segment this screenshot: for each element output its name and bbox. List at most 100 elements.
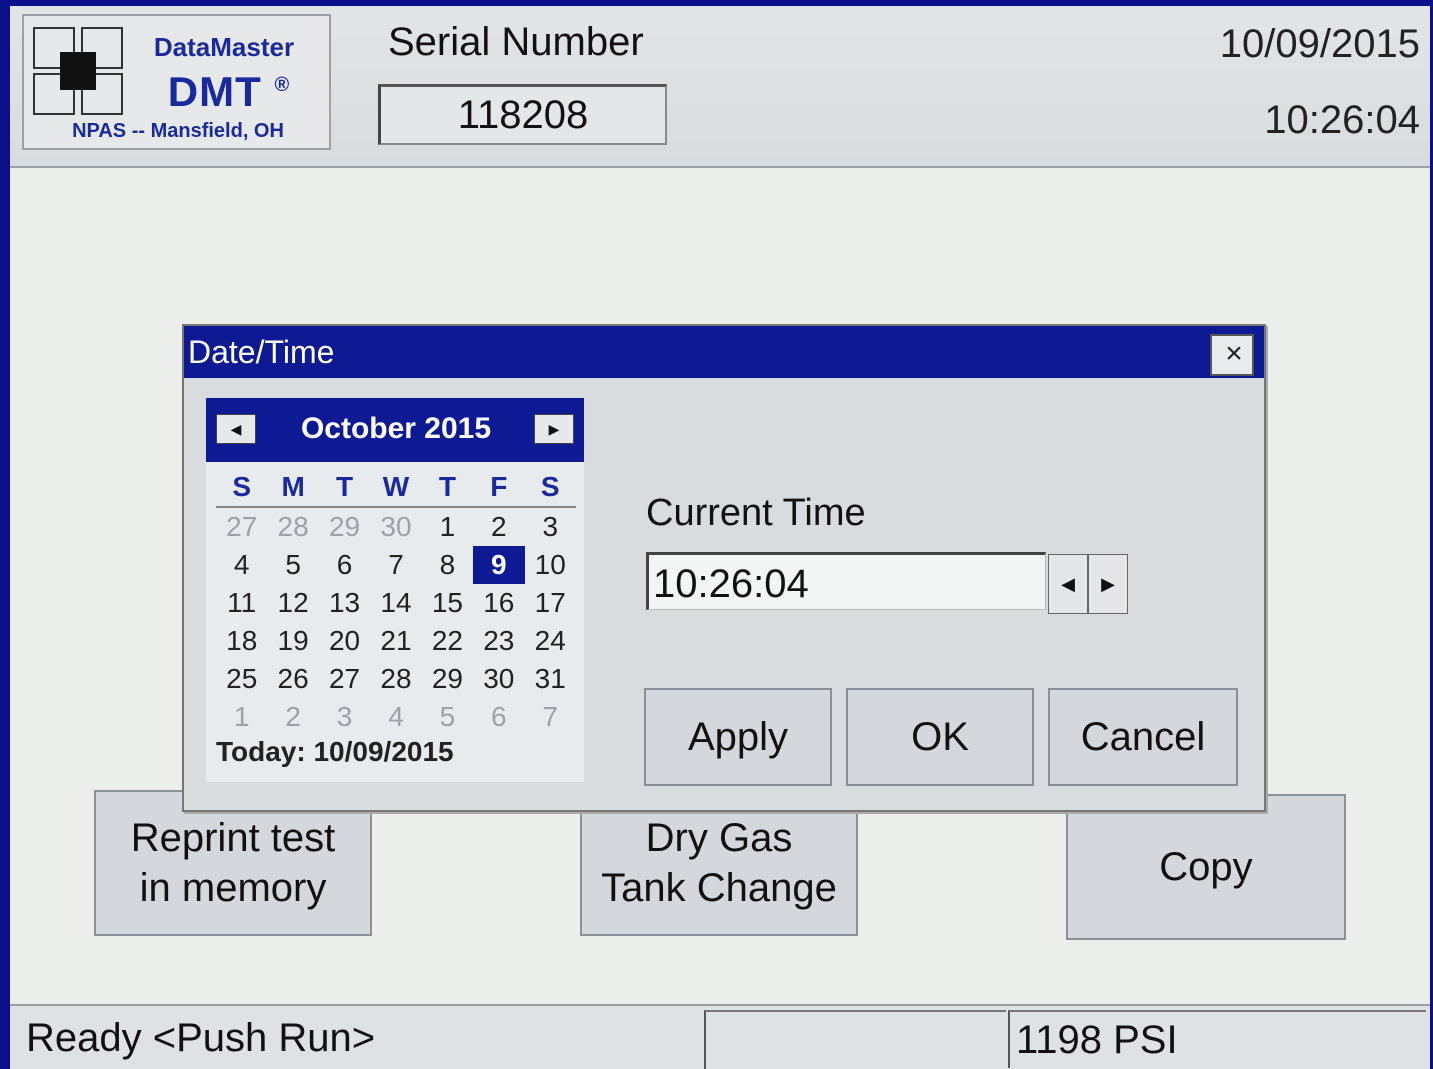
- registered-mark: ®: [274, 74, 291, 96]
- calendar-day[interactable]: 7: [525, 698, 576, 736]
- calendar-day[interactable]: 13: [319, 584, 370, 622]
- weekday-label: T: [318, 470, 371, 508]
- logo: DataMaster DMT ® NPAS -- Mansfield, OH: [22, 14, 331, 150]
- calendar-day[interactable]: 3: [319, 698, 370, 736]
- header-date: 10/09/2015: [1219, 22, 1420, 66]
- dry-gas-label: Dry Gas Tank Change: [601, 813, 837, 913]
- calendar-day[interactable]: 30: [473, 660, 524, 698]
- calendar-header: ◀ October 2015 ▶: [206, 398, 584, 462]
- pressure-readout: 1198 PSI: [1008, 1010, 1426, 1068]
- calendar-day[interactable]: 4: [370, 698, 421, 736]
- calendar-day[interactable]: 6: [319, 546, 370, 584]
- logo-model: DMT ®: [144, 68, 314, 116]
- arrow-left-icon: ◀: [1061, 574, 1075, 594]
- calendar-day[interactable]: 8: [422, 546, 473, 584]
- reprint-line-1: Reprint test: [130, 816, 336, 860]
- weekday-row: S M T W T F S: [216, 470, 576, 508]
- header-bar: DataMaster DMT ® NPAS -- Mansfield, OH S…: [10, 6, 1430, 168]
- calendar-day[interactable]: 14: [370, 584, 421, 622]
- next-month-button[interactable]: ▶: [534, 414, 574, 444]
- weekday-label: S: [216, 470, 268, 508]
- calendar-day[interactable]: 26: [267, 660, 318, 698]
- logo-subtitle: NPAS -- Mansfield, OH: [72, 120, 284, 142]
- calendar-day[interactable]: 27: [216, 508, 267, 546]
- calendar-day[interactable]: 4: [216, 546, 267, 584]
- calendar-day[interactable]: 28: [267, 508, 318, 546]
- dialog-title-bar: Date/Time ×: [184, 326, 1264, 378]
- calendar-week-row: 11 12 13 14 15 16 17: [216, 584, 576, 622]
- header-time: 10:26:04: [1264, 98, 1420, 142]
- device-screen: DataMaster DMT ® NPAS -- Mansfield, OH S…: [10, 6, 1430, 1069]
- cancel-button[interactable]: Cancel: [1048, 688, 1238, 786]
- reprint-line-2: in memory: [139, 866, 327, 910]
- calendar-day[interactable]: 2: [473, 508, 524, 546]
- status-middle: [704, 1010, 1006, 1069]
- calendar-day[interactable]: 19: [267, 622, 318, 660]
- calendar-day[interactable]: 25: [216, 660, 267, 698]
- calendar-week-row: 4 5 6 7 8 9 10: [216, 546, 576, 584]
- weekday-label: T: [421, 470, 474, 508]
- calendar-week-row: 25 26 27 28 29 30 31: [216, 660, 576, 698]
- calendar-today[interactable]: Today: 10/09/2015: [216, 736, 454, 768]
- weekday-label: F: [473, 470, 525, 508]
- calendar-day-selected[interactable]: 9: [473, 546, 525, 584]
- logo-mark-icon: [33, 27, 123, 115]
- weekday-label: S: [524, 470, 576, 508]
- calendar-day[interactable]: 24: [525, 622, 576, 660]
- calendar-day[interactable]: 27: [319, 660, 370, 698]
- calendar-day[interactable]: 29: [319, 508, 370, 546]
- calendar-day[interactable]: 18: [216, 622, 267, 660]
- chevron-left-icon: ◀: [230, 421, 242, 437]
- calendar-day[interactable]: 6: [473, 698, 524, 736]
- calendar-grid: S M T W T F S 27 28 29 30 1 2 3 4 5 6 7 8 9 10 11 12 13 1…: [216, 470, 576, 736]
- copy-label: Copy: [1159, 845, 1253, 889]
- dry-gas-line-1: Dry Gas: [645, 816, 793, 860]
- calendar-week-row: 27 28 29 30 1 2 3: [216, 508, 576, 546]
- serial-number-label: Serial Number: [388, 20, 644, 64]
- calendar-day[interactable]: 22: [422, 622, 473, 660]
- calendar-day[interactable]: 20: [319, 622, 370, 660]
- calendar-day[interactable]: 17: [525, 584, 576, 622]
- calendar-month-year[interactable]: October 2015: [286, 412, 506, 446]
- current-time-label: Current Time: [646, 492, 866, 534]
- calendar-day[interactable]: 28: [370, 660, 421, 698]
- calendar-day[interactable]: 29: [422, 660, 473, 698]
- calendar-day[interactable]: 12: [267, 584, 318, 622]
- calendar-day[interactable]: 5: [422, 698, 473, 736]
- calendar-day[interactable]: 1: [422, 508, 473, 546]
- status-bar: Ready <Push Run> 1198 PSI: [10, 1004, 1430, 1069]
- calendar-day[interactable]: 5: [267, 546, 318, 584]
- calendar-day[interactable]: 11: [216, 584, 267, 622]
- close-button[interactable]: ×: [1210, 334, 1254, 376]
- calendar-day[interactable]: 10: [525, 546, 576, 584]
- copy-button[interactable]: Copy: [1066, 794, 1346, 940]
- calendar-day[interactable]: 15: [422, 584, 473, 622]
- calendar-day[interactable]: 31: [525, 660, 576, 698]
- date-time-dialog: Date/Time × ◀ October 2015 ▶ S M T W T F…: [182, 324, 1266, 812]
- calendar-day[interactable]: 16: [473, 584, 524, 622]
- current-time-input[interactable]: 10:26:04: [646, 552, 1046, 610]
- time-spin-down-button[interactable]: ◀: [1048, 554, 1088, 614]
- calendar-day[interactable]: 30: [370, 508, 421, 546]
- calendar-day[interactable]: 1: [216, 698, 267, 736]
- calendar-day[interactable]: 2: [267, 698, 318, 736]
- calendar-day[interactable]: 3: [525, 508, 576, 546]
- dialog-title: Date/Time: [188, 334, 335, 370]
- dry-gas-line-2: Tank Change: [601, 866, 837, 910]
- prev-month-button[interactable]: ◀: [216, 414, 256, 444]
- calendar: ◀ October 2015 ▶ S M T W T F S 27 28 29 30 1…: [206, 398, 584, 782]
- calendar-week-row: 18 19 20 21 22 23 24: [216, 622, 576, 660]
- apply-button[interactable]: Apply: [644, 688, 832, 786]
- ok-button[interactable]: OK: [846, 688, 1034, 786]
- status-message: Ready <Push Run>: [26, 1016, 376, 1060]
- calendar-day[interactable]: 7: [370, 546, 421, 584]
- reprint-test-label: Reprint test in memory: [131, 813, 336, 913]
- arrow-right-icon: ▶: [1101, 574, 1115, 594]
- weekday-label: W: [370, 470, 422, 508]
- logo-brand: DataMaster: [153, 32, 295, 62]
- calendar-day[interactable]: 23: [473, 622, 524, 660]
- calendar-day[interactable]: 21: [370, 622, 421, 660]
- time-spin-up-button[interactable]: ▶: [1088, 554, 1128, 614]
- logo-model-text: DMT: [167, 68, 262, 115]
- calendar-week-row: 1234567: [216, 698, 576, 736]
